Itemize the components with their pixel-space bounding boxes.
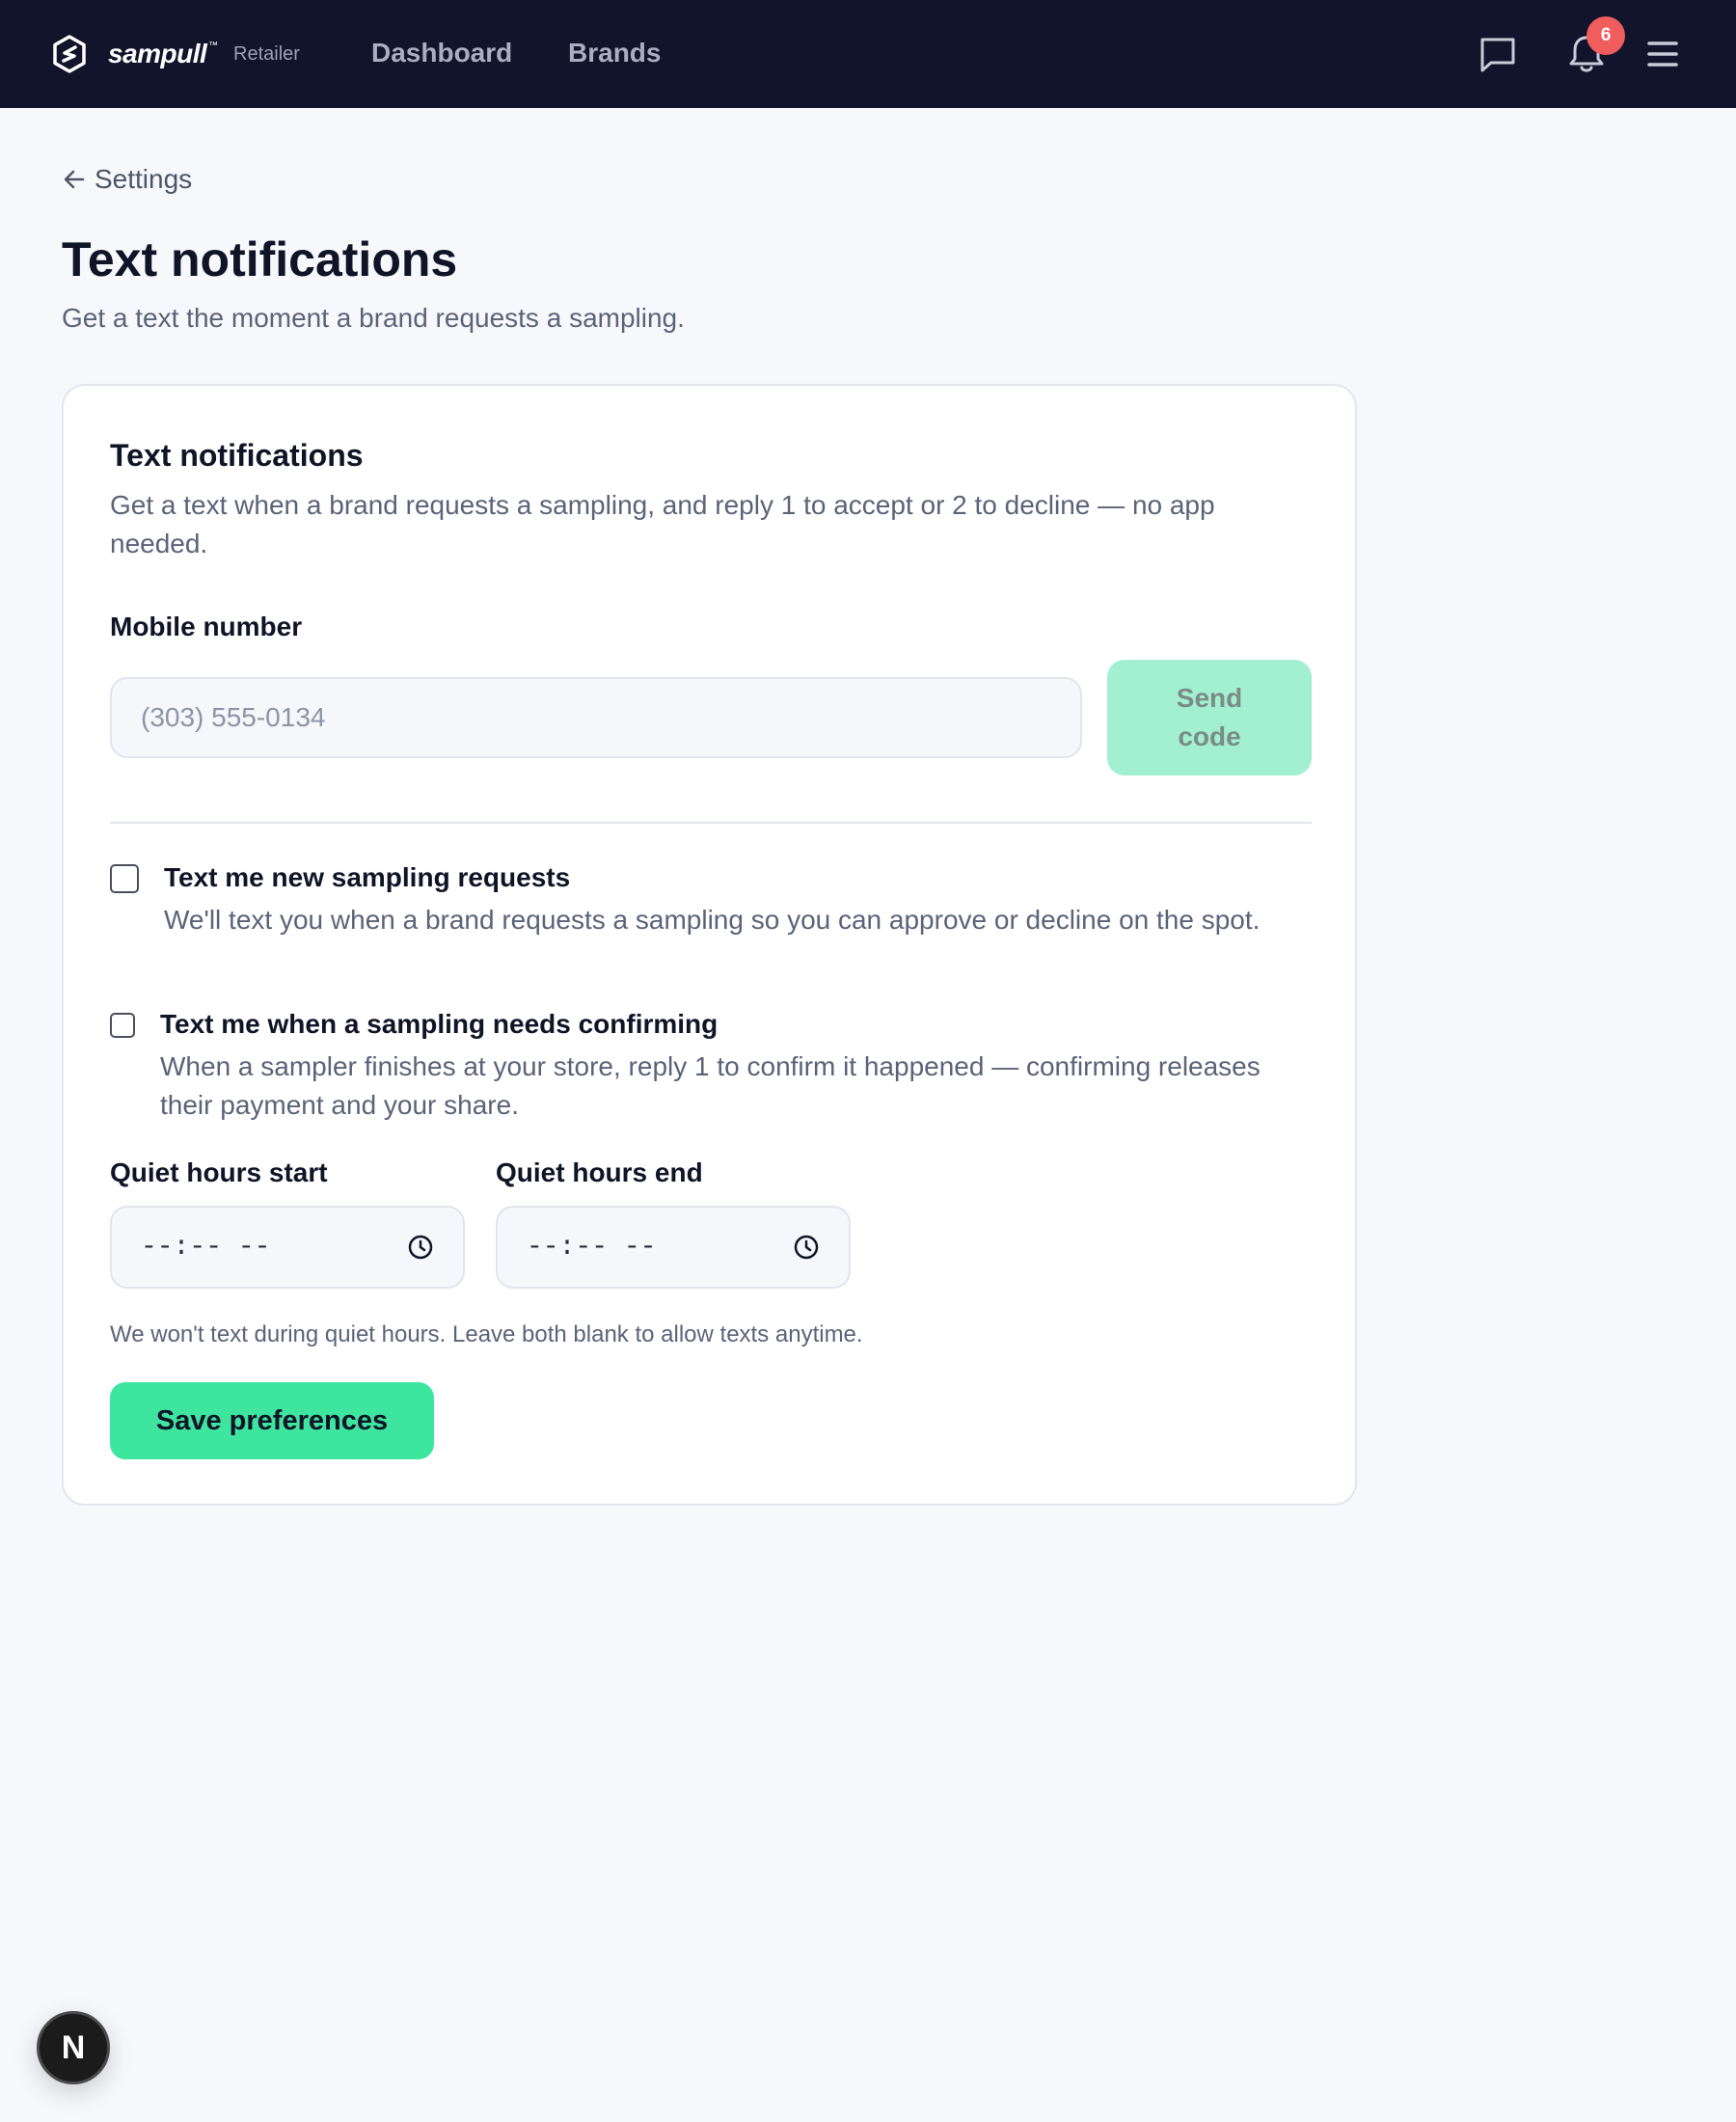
logo-icon [53, 35, 86, 73]
nav-brands[interactable]: Brands [568, 38, 661, 68]
time-value: --:-- -- [141, 1232, 271, 1263]
quiet-hours-start-input[interactable]: --:-- -- [110, 1206, 465, 1289]
quiet-hours-end-label: Quiet hours end [496, 1157, 703, 1187]
chat-icon[interactable] [1478, 35, 1518, 75]
dev-tools-badge[interactable]: N [37, 2011, 110, 2084]
brand-name[interactable]: sampull [108, 39, 207, 69]
new-sampling-requests-checkbox[interactable] [110, 864, 139, 893]
sampling-needs-confirming-checkbox[interactable] [110, 1013, 135, 1038]
save-preferences-button[interactable]: Save preferences [110, 1382, 434, 1459]
brand-role: Retailer [233, 43, 300, 65]
back-link-label: Settings [95, 164, 193, 194]
send-code-button[interactable]: Send code [1107, 660, 1312, 775]
time-value: --:-- -- [527, 1232, 657, 1263]
logo[interactable] [52, 35, 87, 73]
clock-icon[interactable] [793, 1234, 820, 1261]
section-divider [110, 822, 1312, 824]
clock-icon[interactable] [407, 1234, 434, 1261]
quiet-hours-end-input[interactable]: --:-- -- [496, 1206, 851, 1289]
card-description: Get a text when a brand requests a sampl… [110, 490, 1215, 558]
arrow-left-icon [64, 170, 85, 189]
menu-icon[interactable] [1645, 37, 1680, 71]
option-description: When a sampler finishes at your store, r… [160, 1051, 1261, 1120]
quiet-hours-hint: We won't text during quiet hours. Leave … [110, 1321, 863, 1347]
page-title: Text notifications [62, 232, 458, 286]
option-title: Text me when a sampling needs confirming [160, 1009, 719, 1039]
text-notifications-card: Text notifications Get a text when a bra… [62, 384, 1357, 1506]
card-title: Text notifications [110, 438, 364, 473]
mobile-number-label: Mobile number [110, 612, 303, 641]
option-description: We'll text you when a brand requests a s… [164, 905, 1261, 935]
option-title: Text me new sampling requests [164, 862, 571, 892]
nav-dashboard[interactable]: Dashboard [371, 38, 512, 68]
quiet-hours-start-label: Quiet hours start [110, 1157, 328, 1187]
brand-trademark: ™ [208, 41, 218, 51]
page-subtitle: Get a text the moment a brand requests a… [62, 303, 685, 333]
notification-count-badge: 6 [1587, 16, 1625, 55]
back-to-settings-link[interactable]: Settings [62, 164, 192, 195]
mobile-number-input[interactable] [110, 677, 1082, 758]
top-navbar: sampull ™ Retailer Dashboard Brands 6 [0, 0, 1736, 108]
